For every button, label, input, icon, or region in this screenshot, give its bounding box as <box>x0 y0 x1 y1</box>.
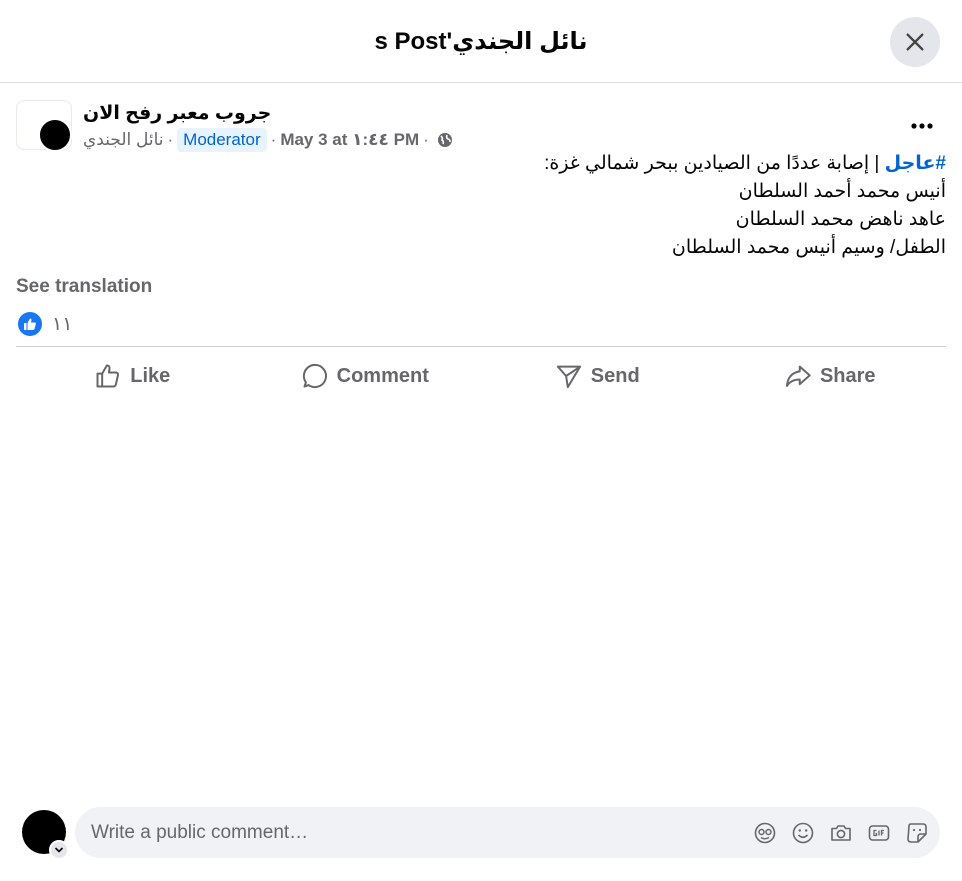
post-line: الطفل/ وسيم أنيس محمد السلطان <box>671 237 946 258</box>
post-line-text: | إصابة عددًا من الصيادين ببحر شمالي غزة… <box>544 153 885 174</box>
close-icon <box>906 33 924 51</box>
like-label: Like <box>130 364 171 387</box>
share-label: Share <box>819 364 876 387</box>
group-name[interactable]: جروب معبر رفح الان <box>83 102 271 125</box>
see-translation-link[interactable]: See translation <box>16 276 152 298</box>
comment-input[interactable] <box>91 821 711 844</box>
divider <box>16 346 946 347</box>
profile-switch-button[interactable] <box>49 840 69 860</box>
camera-button[interactable] <box>828 820 854 846</box>
post-meta: نائل الجندي · Moderator · May 3 at ١:٤٤ … <box>83 128 453 152</box>
send-label: Send <box>590 364 640 387</box>
gif-button[interactable] <box>866 820 892 846</box>
share-button[interactable]: Share <box>714 352 947 400</box>
reactions-summary[interactable]: ١١ <box>16 310 72 338</box>
author-avatar[interactable] <box>38 118 72 152</box>
like-reaction-icon <box>16 310 44 338</box>
dialog-header: نائل الجندي's Post <box>0 0 962 83</box>
share-icon <box>785 365 811 387</box>
send-button[interactable]: Send <box>481 352 714 400</box>
thumbs-up-icon <box>96 364 120 388</box>
moderator-badge: Moderator <box>177 128 267 152</box>
like-button[interactable]: Like <box>16 352 249 400</box>
close-button[interactable] <box>890 17 940 67</box>
post-line: أنيس محمد أحمد السلطان <box>738 181 946 202</box>
post-line: عاهد ناهض محمد السلطان <box>735 209 946 230</box>
post-dialog: نائل الجندي's Post جروب معبر رفح الان نا… <box>0 0 962 881</box>
comment-icon <box>302 363 327 389</box>
more-icon <box>911 123 933 129</box>
send-icon <box>556 365 581 389</box>
dialog-title: نائل الجندي's Post <box>374 27 588 55</box>
sticker-button[interactable] <box>904 820 930 846</box>
meta-separator: · <box>270 130 277 149</box>
chevron-down-icon <box>54 847 64 853</box>
comment-composer[interactable] <box>75 807 940 858</box>
emoji-button[interactable] <box>790 820 816 846</box>
meta-separator: · <box>167 130 174 149</box>
more-options-button[interactable] <box>904 108 940 144</box>
sticker-icon <box>907 823 927 843</box>
reaction-count: ١١ <box>52 313 73 335</box>
emoji-icon <box>792 822 814 844</box>
avatar-sticker-icon <box>754 822 776 844</box>
globe-icon <box>437 132 453 148</box>
post-header: جروب معبر رفح الان نائل الجندي · Moderat… <box>16 98 946 154</box>
post-text: #عاجل | إصابة عددًا من الصيادين ببحر شما… <box>16 150 946 262</box>
comment-tools <box>752 820 930 846</box>
gif-icon <box>868 825 890 841</box>
hashtag-link[interactable]: #عاجل <box>885 153 946 174</box>
avatar-sticker-button[interactable] <box>752 820 778 846</box>
author-name[interactable]: نائل الجندي <box>83 130 163 150</box>
camera-icon <box>831 825 851 841</box>
post-date[interactable]: May 3 at ١:٤٤ PM <box>280 130 419 150</box>
post-actions: Like Comment Send Share <box>16 352 946 400</box>
post-line: #عاجل | إصابة عددًا من الصيادين ببحر شما… <box>16 150 946 178</box>
comment-button[interactable]: Comment <box>249 352 482 400</box>
meta-separator: · <box>423 130 429 149</box>
comment-label: Comment <box>336 364 429 387</box>
